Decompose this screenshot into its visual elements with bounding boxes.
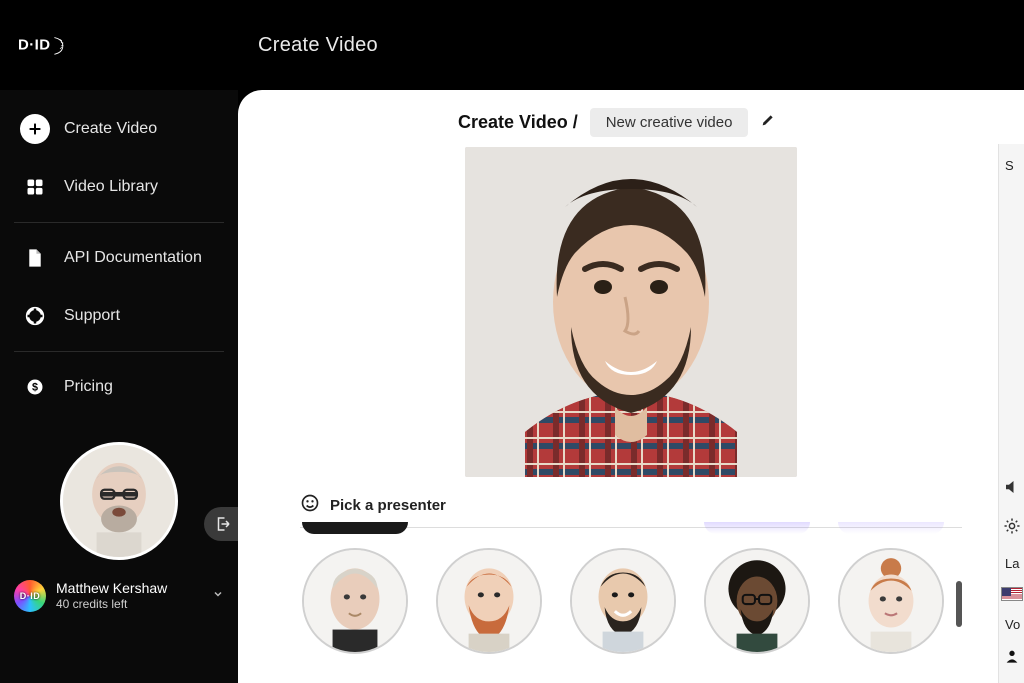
presenter-option-3[interactable] bbox=[570, 548, 676, 654]
grid-icon bbox=[20, 172, 50, 202]
divider bbox=[14, 222, 224, 223]
strip-peek-above bbox=[300, 522, 962, 534]
presenter-option-2[interactable] bbox=[436, 548, 542, 654]
sidebar-item-create-video[interactable]: Create Video bbox=[14, 100, 224, 158]
sidebar-item-label: Pricing bbox=[64, 378, 113, 396]
sidebar-item-label: Video Library bbox=[64, 178, 158, 196]
presenter-preview bbox=[465, 147, 797, 477]
pencil-icon bbox=[760, 112, 776, 128]
sidebar-item-api-docs[interactable]: API Documentation bbox=[14, 229, 224, 287]
breadcrumb: Create Video / New creative video bbox=[458, 90, 1024, 147]
lifebuoy-icon bbox=[20, 301, 50, 331]
presenter-strip[interactable] bbox=[300, 542, 962, 658]
sidebar-item-pricing[interactable]: $ Pricing bbox=[14, 358, 224, 416]
person-icon[interactable] bbox=[1004, 648, 1020, 669]
divider bbox=[14, 351, 224, 352]
rail-lang-label: La bbox=[999, 556, 1024, 571]
user-credits: 40 credits left bbox=[56, 597, 167, 611]
video-title-input[interactable]: New creative video bbox=[590, 108, 749, 137]
brand-logo[interactable]: D·ID bbox=[18, 25, 78, 65]
speaker-icon[interactable] bbox=[1003, 478, 1021, 501]
user-avatar-large[interactable] bbox=[60, 442, 178, 560]
dollar-icon: $ bbox=[20, 372, 50, 402]
presenter-option-1[interactable] bbox=[302, 548, 408, 654]
user-menu[interactable]: D·ID Matthew Kershaw 40 credits left bbox=[0, 570, 238, 618]
document-icon bbox=[20, 243, 50, 273]
chevron-down-icon bbox=[212, 587, 224, 605]
flag-us-icon[interactable] bbox=[1001, 587, 1023, 601]
strip-scrollbar[interactable] bbox=[952, 554, 962, 654]
svg-text:$: $ bbox=[32, 381, 38, 393]
presenter-option-5[interactable] bbox=[838, 548, 944, 654]
sidebar-item-label: Create Video bbox=[64, 120, 157, 138]
main: Create Video / New creative video bbox=[238, 90, 1024, 683]
sidebar-item-label: Support bbox=[64, 307, 120, 325]
rail-voice-label: Vo bbox=[999, 617, 1024, 632]
picker-header: Pick a presenter bbox=[300, 485, 962, 527]
user-org-logo: D·ID bbox=[14, 580, 46, 612]
rail-top-label[interactable]: S bbox=[999, 158, 1024, 173]
app-root: D·ID Create Video Create Video bbox=[0, 0, 1024, 683]
avatar-face-icon bbox=[63, 445, 175, 557]
sidebar-item-video-library[interactable]: Video Library bbox=[14, 158, 224, 216]
scrollbar-thumb[interactable] bbox=[956, 581, 962, 627]
edit-title-button[interactable] bbox=[760, 112, 776, 133]
sidebar: Create Video Video Library API Documenta… bbox=[0, 90, 238, 683]
user-info: Matthew Kershaw 40 credits left bbox=[56, 580, 167, 611]
picker-heading: Pick a presenter bbox=[330, 497, 446, 514]
page-title: Create Video bbox=[258, 34, 378, 57]
sidebar-item-label: API Documentation bbox=[64, 249, 202, 267]
presenter-picker: Pick a presenter bbox=[238, 485, 1024, 682]
brand-text: D·ID bbox=[18, 37, 51, 54]
user-name: Matthew Kershaw bbox=[56, 580, 167, 597]
presenter-option-4[interactable] bbox=[704, 548, 810, 654]
logout-button[interactable] bbox=[204, 507, 242, 541]
body: Create Video Video Library API Documenta… bbox=[0, 90, 1024, 683]
breadcrumb-root: Create Video / bbox=[458, 112, 578, 133]
sidebar-item-support[interactable]: Support bbox=[14, 287, 224, 345]
topbar: D·ID Create Video bbox=[0, 0, 1024, 90]
face-icon bbox=[300, 493, 320, 517]
gear-icon[interactable] bbox=[1003, 517, 1021, 540]
plus-icon bbox=[20, 114, 50, 144]
right-rail: S La Vo bbox=[998, 144, 1024, 683]
main-panel: Create Video / New creative video bbox=[238, 90, 1024, 683]
preview-face bbox=[465, 147, 797, 477]
logout-icon bbox=[214, 515, 232, 533]
